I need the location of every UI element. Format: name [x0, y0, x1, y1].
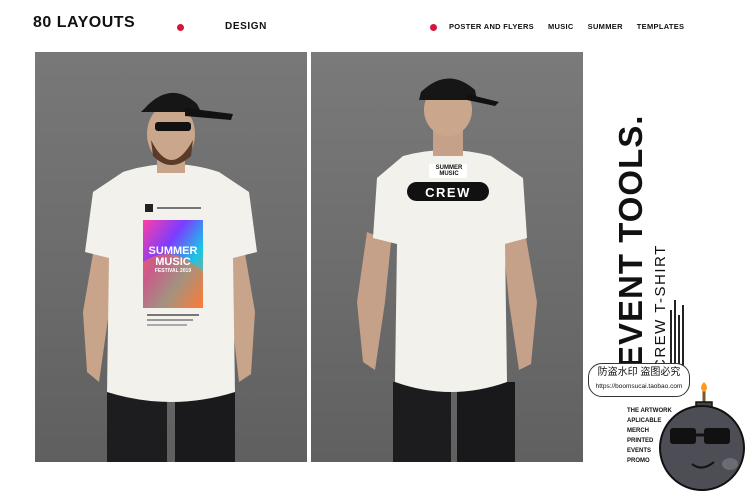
design-label: DESIGN: [225, 21, 267, 32]
accent-dot: [430, 24, 437, 31]
back-logo: SUMMER MUSIC: [435, 165, 463, 177]
watermark-url: https://boomsucai.taobao.com: [595, 383, 683, 390]
tag-music: MUSIC: [547, 22, 574, 31]
crew-tshirt-subtitle: CREW T-SHIRT: [652, 244, 669, 370]
accent-dot: [177, 24, 184, 31]
event-tools-title: EVENT TOOLS.: [612, 114, 649, 368]
print-line1: FESTIVAL: [154, 268, 179, 274]
crew-badge: CREW: [425, 185, 471, 200]
side-fine-lines: [670, 290, 686, 370]
tag-summer: SUMMER: [587, 22, 623, 31]
print-title: SUMMER MUSIC: [148, 245, 198, 268]
print-line2: 2019: [179, 268, 192, 274]
header: 80 LAYOUTS DESIGN POSTER AND FLYERS MUSI…: [0, 0, 750, 45]
brand-title: 80 LAYOUTS: [33, 14, 136, 31]
bomb-mascot-icon: [659, 382, 745, 491]
tag-templates: TEMPLATES: [636, 22, 685, 31]
watermark-bubble: 防盗水印 盗图必究 https://boomsucai.taobao.com: [588, 363, 690, 397]
tag-poster-and-flyers: POSTER AND FLYERS: [449, 22, 534, 31]
front-print-text: SUMMER MUSIC FESTIVAL 2019: [148, 246, 198, 275]
tag-list: POSTER AND FLYERS MUSIC SUMMER TEMPLATES: [449, 22, 684, 31]
watermark-text: 防盗水印 盗图必究: [597, 367, 681, 378]
side-text-block: EVENT TOOLS. CREW T-SHIRT: [590, 115, 690, 380]
back-tshirt-photo: [311, 52, 583, 462]
